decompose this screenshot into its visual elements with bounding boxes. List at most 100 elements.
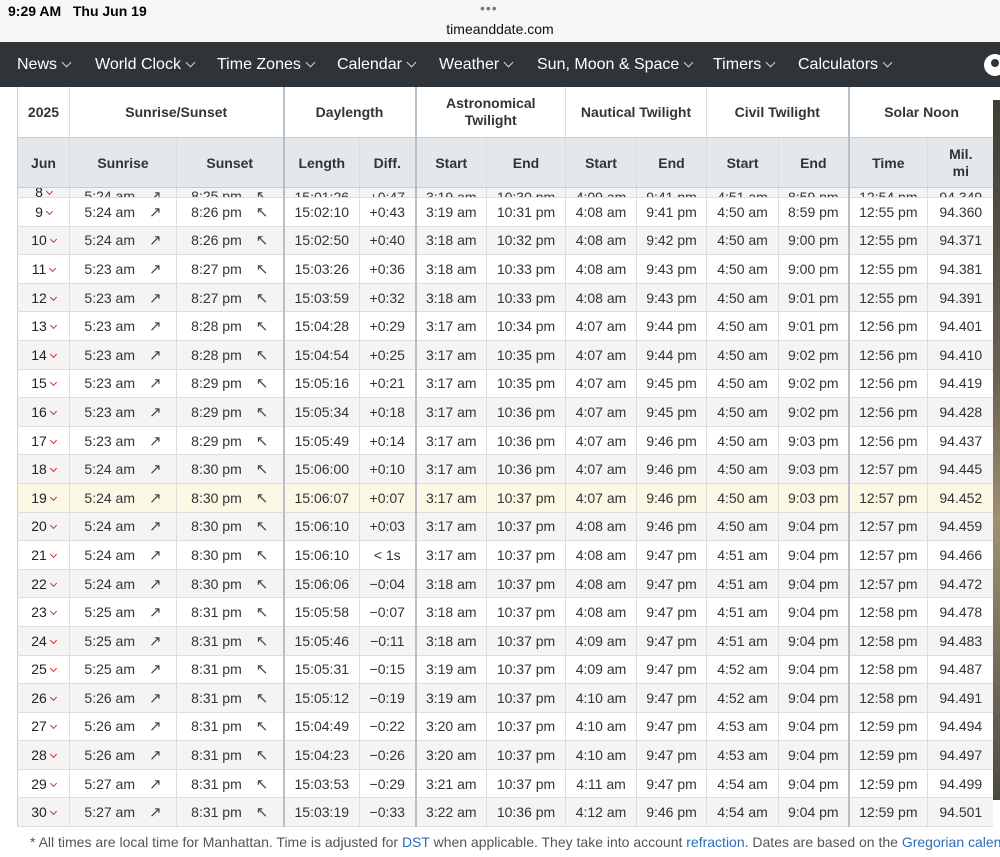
day-cell[interactable]: 19 (17, 483, 70, 513)
sunrise-cell: 5:24 am ↗ (69, 226, 177, 256)
civil-start-cell: 4:50 am (706, 226, 779, 256)
chevron-down-icon[interactable] (49, 636, 57, 644)
noon-time-cell: 12:57 pm (847, 512, 928, 542)
day-cell[interactable]: 9 (17, 197, 70, 227)
day-cell[interactable]: 10 (17, 226, 70, 256)
naut-end-cell: 9:46 pm (636, 797, 707, 828)
naut-end-cell: 9:44 pm (636, 311, 707, 341)
chevron-down-icon[interactable] (49, 379, 57, 387)
day-cell[interactable]: 22 (17, 569, 70, 599)
day-cell[interactable]: 20 (17, 512, 70, 542)
astro-start-cell: 3:17 am (414, 540, 487, 570)
chevron-down-icon[interactable] (45, 207, 53, 215)
noon-time-cell: 12:56 pm (847, 369, 928, 399)
day-cell[interactable]: 21 (17, 540, 70, 570)
chevron-down-icon[interactable] (49, 465, 57, 473)
sunset-col-header: Sunset (175, 137, 284, 188)
chevron-down-icon[interactable] (49, 722, 57, 730)
diff-cell: −0:26 (359, 740, 416, 770)
day-cell[interactable]: 11 (17, 254, 70, 284)
day-cell[interactable]: 26 (17, 683, 70, 713)
day-cell[interactable]: 12 (17, 283, 70, 313)
sunrise-cell: 5:26 am ↗ (69, 740, 177, 770)
day-cell[interactable]: 18 (17, 454, 70, 484)
day-cell[interactable]: 30 (17, 797, 70, 828)
multitask-dots-icon[interactable]: ••• (480, 0, 498, 16)
noon-time-cell: 12:56 pm (847, 311, 928, 341)
civil-start-cell: 4:50 am (706, 283, 779, 313)
sunset-arrow-icon: ↖ (255, 804, 269, 822)
sun-table-container: 2025 Sunrise/Sunset Daylength Astronomic… (17, 87, 993, 857)
sunset-arrow-icon: ↖ (255, 489, 269, 507)
astro-end-cell: 10:33 pm (486, 283, 566, 313)
nav-weather[interactable]: Weather (439, 42, 514, 87)
chevron-down-icon[interactable] (49, 493, 57, 501)
sunset-arrow-icon: ↖ (255, 718, 269, 736)
day-cell[interactable]: 25 (17, 655, 70, 685)
chevron-down-icon[interactable] (49, 407, 57, 415)
chevron-down-icon[interactable] (49, 436, 57, 444)
day-cell[interactable]: 14 (17, 340, 70, 370)
noon-distance-cell: 94.501 (927, 797, 993, 828)
length-cell: 15:03:53 (282, 769, 360, 799)
day-cell[interactable]: 24 (17, 626, 70, 656)
chevron-down-icon[interactable] (49, 322, 57, 330)
day-cell[interactable]: 15 (17, 369, 70, 399)
chevron-down-icon[interactable] (49, 522, 57, 530)
astro-end-col-header: End (486, 137, 566, 188)
day-cell[interactable]: 28 (17, 740, 70, 770)
nav-world-clock[interactable]: World Clock (95, 42, 196, 87)
astro-start-cell: 3:18 am (414, 569, 487, 599)
naut-end-cell: 9:47 pm (636, 655, 707, 685)
nav-timers[interactable]: Timers (713, 42, 776, 87)
nav-news[interactable]: News (17, 42, 72, 87)
noon-time-cell: 12:59 pm (847, 797, 928, 828)
sunset-cell: 8:31 pm ↖ (175, 597, 284, 627)
naut-start-cell: 4:09 am (565, 655, 637, 685)
noon-time-cell: 12:57 pm (847, 454, 928, 484)
nav-calendar[interactable]: Calendar (337, 42, 417, 87)
chevron-down-icon[interactable] (49, 579, 57, 587)
chevron-down-icon[interactable] (49, 264, 57, 273)
chevron-down-icon[interactable] (49, 693, 57, 701)
day-cell[interactable]: 23 (17, 597, 70, 627)
sunset-cell: 8:31 pm ↖ (175, 797, 284, 828)
civil-start-cell: 4:50 am (706, 340, 779, 370)
chevron-down-icon[interactable] (49, 350, 57, 358)
chevron-down-icon[interactable] (49, 550, 57, 558)
account-icon[interactable] (984, 54, 1000, 76)
sunset-cell: 8:30 pm ↖ (175, 569, 284, 599)
chevron-down-icon[interactable] (49, 779, 57, 787)
naut-end-cell: 9:41 pm (636, 187, 707, 198)
day-cell[interactable]: 16 (17, 397, 70, 427)
civil-end-cell: 9:04 pm (778, 540, 849, 570)
sunset-arrow-icon: ↖ (255, 546, 269, 564)
address-bar-url[interactable]: timeanddate.com (0, 21, 1000, 37)
sunrise-cell: 5:24 am ↗ (69, 512, 177, 542)
day-cell[interactable]: 17 (17, 426, 70, 456)
naut-start-cell: 4:11 am (565, 769, 637, 799)
refraction-link[interactable]: refraction (686, 834, 744, 850)
noon-distance-cell: 94.371 (927, 226, 993, 256)
day-cell[interactable]: 13 (17, 311, 70, 341)
length-cell: 15:05:34 (282, 397, 360, 427)
chevron-down-icon[interactable] (49, 293, 57, 301)
chevron-down-icon[interactable] (49, 236, 57, 244)
chevron-down-icon[interactable] (49, 751, 57, 759)
chevron-down-icon[interactable] (49, 665, 57, 673)
chevron-down-icon[interactable] (45, 187, 53, 196)
day-cell[interactable]: 29 (17, 769, 70, 799)
astro-end-cell: 10:37 pm (486, 655, 566, 685)
gregorian-calendar-link[interactable]: Gregorian calendar (902, 834, 1000, 850)
day-cell[interactable]: 8 (17, 187, 70, 198)
chevron-down-icon[interactable] (49, 608, 57, 616)
dst-link[interactable]: DST (402, 834, 430, 850)
chevron-down-icon[interactable] (49, 808, 57, 816)
nav-time-zones[interactable]: Time Zones (217, 42, 316, 87)
nav-calculators[interactable]: Calculators (798, 42, 893, 87)
astro-start-cell: 3:17 am (414, 311, 487, 341)
astro-end-cell: 10:36 pm (486, 797, 566, 828)
diff-cell: < 1s (359, 540, 416, 570)
day-cell[interactable]: 27 (17, 712, 70, 742)
nav-sun-moon-space[interactable]: Sun, Moon & Space (537, 42, 694, 87)
